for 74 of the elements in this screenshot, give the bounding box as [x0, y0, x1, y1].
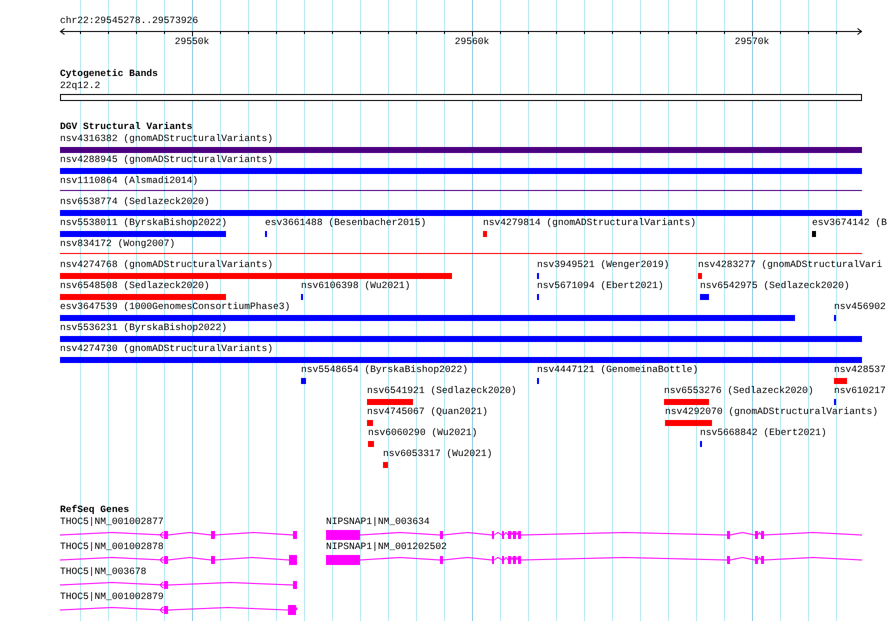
variant-bar[interactable]	[834, 378, 847, 384]
gene-label: THOC5|NM_001002879	[60, 591, 164, 603]
variant-label: nsv4447121 (GenomeinaBottle)	[537, 364, 698, 376]
variant-label: nsv6060290 (Wu2021)	[368, 427, 478, 439]
variant-label: nsv5668842 (Ebert2021)	[700, 427, 827, 439]
variant-label: nsv6541921 (Sedlazeck2020)	[367, 385, 517, 397]
track-title: Cytogenetic Bands	[59, 68, 159, 80]
variant-bar[interactable]	[483, 231, 487, 237]
gene-label: NIPSNAP1|NM_001202502	[326, 541, 447, 553]
variant-bar[interactable]	[60, 315, 795, 321]
variant-bar[interactable]	[60, 168, 862, 174]
variant-label: nsv4283277 (gnomADStructuralVari	[698, 259, 882, 271]
variant-line[interactable]	[60, 253, 862, 254]
variant-bar[interactable]	[60, 357, 862, 363]
variant-label: esv3674142 (B	[812, 217, 887, 229]
gene-label: THOC5|NM_001002878	[60, 541, 164, 553]
variant-label: nsv456902	[834, 301, 886, 313]
variant-label: nsv5538011 (ByrskaBishop2022)	[60, 217, 227, 229]
variant-label: nsv610217	[834, 385, 886, 397]
variant-bar[interactable]	[665, 420, 712, 426]
gene-label: NIPSNAP1|NM_003634	[326, 516, 430, 528]
tick-label: 29570k	[734, 36, 770, 48]
gene-model-drawing[interactable]	[60, 605, 297, 615]
variant-bar[interactable]	[367, 420, 373, 426]
tick-label: 29560k	[454, 36, 490, 48]
variant-label: esv3647539 (1000GenomesConsortiumPhase3)	[60, 301, 290, 313]
variant-bar[interactable]	[664, 399, 709, 405]
gene-model-drawing[interactable]	[326, 530, 862, 540]
variant-label: nsv5671094 (Ebert2021)	[537, 280, 664, 292]
gene-label: THOC5|NM_001002877	[60, 516, 164, 528]
variant-bar[interactable]	[60, 231, 226, 237]
variant-label: nsv1110864 (Alsmadi2014)	[60, 175, 198, 187]
variant-label: nsv4274768 (gnomADStructuralVariants)	[60, 259, 274, 271]
variant-bar[interactable]	[368, 441, 374, 447]
variant-label: nsv834172 (Wong2007)	[60, 238, 176, 250]
variant-label: esv3661488 (Besenbacher2015)	[265, 217, 426, 229]
tick-label: 29550k	[174, 36, 210, 48]
variant-bar[interactable]	[812, 231, 816, 237]
variant-label: nsv4274730 (gnomADStructuralVariants)	[60, 343, 274, 355]
variant-bar[interactable]	[60, 336, 862, 342]
variant-label: nsv4292070 (gnomADStructuralVariants)	[665, 406, 878, 418]
variant-label: nsv6053317 (Wu2021)	[383, 448, 492, 460]
variant-label: nsv6548508 (Sedlazeck2020)	[60, 280, 210, 292]
variant-label: nsv5548654 (ByrskaBishop2022)	[301, 364, 468, 376]
gene-model-drawing[interactable]	[326, 555, 862, 565]
variant-bar[interactable]	[60, 273, 452, 279]
variant-bar[interactable]	[383, 462, 388, 468]
variant-label: nsv4279814 (gnomADStructuralVariants)	[483, 217, 696, 229]
variant-label: nsv3949521 (Wenger2019)	[537, 259, 670, 271]
location-label: chr22:29545278..29573926	[59, 14, 200, 27]
variant-bar[interactable]	[60, 210, 862, 216]
variant-bar[interactable]	[700, 294, 709, 300]
variant-label: nsv4745067 (Quan2021)	[367, 406, 488, 418]
variant-bar[interactable]	[301, 378, 306, 384]
variant-bar[interactable]	[60, 147, 862, 153]
variant-label: nsv6538774 (Sedlazeck2020)	[60, 196, 210, 208]
variant-bar[interactable]	[698, 273, 702, 279]
variant-line[interactable]	[60, 190, 862, 191]
gene-label: THOC5|NM_003678	[60, 566, 146, 578]
variant-label: nsv6106398 (Wu2021)	[301, 280, 410, 292]
gene-model-drawing[interactable]	[60, 530, 297, 540]
variant-bar[interactable]	[367, 399, 413, 405]
variant-label: nsv6542975 (Sedlazeck2020)	[700, 280, 850, 292]
track-title: RefSeq Genes	[59, 504, 130, 516]
variant-label: nsv428537	[834, 364, 886, 376]
gene-model-drawing[interactable]	[60, 580, 297, 590]
variant-label: nsv4288945 (gnomADStructuralVariants)	[60, 154, 274, 166]
variant-bar[interactable]	[60, 294, 226, 300]
band-label: 22q12.2	[59, 80, 102, 92]
gene-model-drawing[interactable]	[60, 555, 297, 565]
track-title: DGV Structural Variants	[59, 121, 194, 133]
variant-label: nsv6553276 (Sedlazeck2020)	[664, 385, 814, 397]
variant-label: nsv5536231 (ByrskaBishop2022)	[60, 322, 227, 334]
variant-label: nsv4316382 (gnomADStructuralVariants)	[60, 133, 274, 145]
